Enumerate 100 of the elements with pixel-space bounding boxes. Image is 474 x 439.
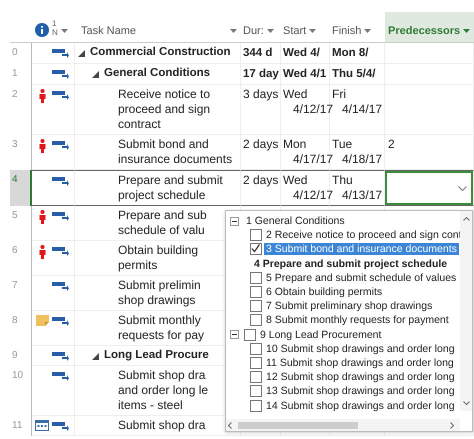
- person-icon: [38, 139, 46, 153]
- collapse-icon[interactable]: [230, 216, 239, 226]
- task-name: Prepare and sub schedule of valu: [118, 208, 207, 238]
- caret-icon[interactable]: [463, 29, 470, 33]
- task-name: Submit shop dra and order long le items - steel: [118, 368, 208, 413]
- task-mode-icon: [52, 246, 69, 256]
- checkbox[interactable]: [250, 371, 262, 384]
- start-date: Wed 4/1: [283, 68, 326, 80]
- calendar-icon: [35, 420, 49, 431]
- duration-cell: 3 days: [243, 87, 278, 101]
- checkbox[interactable]: [250, 314, 262, 326]
- checkbox[interactable]: [250, 286, 262, 298]
- row-number: 0: [12, 47, 18, 58]
- column-header[interactable]: Predecessors: [385, 12, 474, 42]
- person-icon: [38, 245, 46, 259]
- tree-item[interactable]: 12 Submit shop drawings and order long: [264, 371, 457, 384]
- tree-item[interactable]: 11 Submit shop drawings and order long: [264, 356, 456, 369]
- task-name: Long Lead Procure: [104, 348, 209, 363]
- note-icon: [36, 315, 48, 326]
- finish-date: Mon 8/: [332, 47, 368, 59]
- scroll-right-icon[interactable]: [450, 422, 454, 428]
- dropdown-caret-icon[interactable]: [458, 186, 467, 190]
- tree-item[interactable]: 3 Submit bond and insurance documents: [264, 243, 459, 256]
- task-mode-icon: [52, 316, 69, 326]
- caret-icon[interactable]: [230, 29, 237, 33]
- checkbox[interactable]: [250, 356, 262, 369]
- start-date: Wed 4/: [283, 47, 320, 59]
- checkbox[interactable]: [250, 243, 262, 256]
- row-number: 1: [12, 68, 18, 79]
- tree-item[interactable]: 10 Submit shop drawings and order long: [264, 342, 457, 355]
- column-header[interactable]: Finish: [330, 12, 385, 42]
- row-number: 5: [12, 210, 18, 221]
- task-mode-icon: [52, 69, 69, 79]
- task-name: Obtain building permits: [118, 243, 198, 273]
- caret-icon[interactable]: [309, 29, 316, 33]
- row-number: 8: [12, 315, 18, 326]
- duration-cell: 344 d: [243, 47, 272, 59]
- scrollbar-thumb[interactable]: [238, 422, 358, 428]
- duration-cell: 17 day: [243, 68, 279, 80]
- start-date: Mon 4/17/17: [283, 137, 334, 166]
- tree-item[interactable]: 7 Submit preliminary shop drawings: [264, 300, 434, 312]
- collapse-triangle-icon[interactable]: [92, 353, 99, 360]
- tree-item[interactable]: 14 Submit shop drawings and order long: [264, 400, 457, 412]
- checkbox[interactable]: [250, 385, 262, 398]
- task-name: Submit bond and insurance documents: [118, 137, 232, 167]
- duration-cell: 2 days: [243, 137, 278, 151]
- task-mode-icon: [52, 351, 69, 361]
- tree-item[interactable]: 13 Submit shop drawings and order long: [264, 385, 457, 398]
- column-header[interactable]: 1 N: [52, 19, 58, 37]
- collapse-triangle-icon[interactable]: [78, 50, 85, 57]
- collapse-icon[interactable]: [230, 330, 239, 340]
- tree-item: 4 Prepare and submit project schedule: [253, 258, 448, 270]
- task-name: Submit shop dra: [118, 418, 206, 433]
- row-number: 7: [12, 280, 18, 291]
- tree-item[interactable]: 8 Submit monthly requests for payment: [264, 314, 451, 326]
- task-mode-icon: [52, 90, 69, 100]
- column-header[interactable]: Start: [281, 12, 330, 42]
- task-mode-icon: [52, 140, 69, 150]
- info-icon: [35, 23, 49, 37]
- scroll-down-icon[interactable]: [462, 401, 470, 405]
- tree-item[interactable]: 6 Obtain building permits: [264, 286, 384, 298]
- scroll-up-icon[interactable]: [462, 217, 470, 221]
- task-name: General Conditions: [104, 66, 210, 81]
- collapse-triangle-icon[interactable]: [92, 71, 99, 78]
- horizontal-scrollbar[interactable]: [226, 419, 460, 431]
- tree-item[interactable]: 1 General Conditions: [244, 215, 347, 228]
- row-number: 6: [12, 245, 18, 256]
- column-header[interactable]: Task Name: [75, 12, 241, 42]
- row-number: 9: [12, 350, 18, 361]
- row-number: 10: [12, 370, 24, 381]
- checkbox[interactable]: [250, 400, 262, 412]
- tree-item[interactable]: 5 Prepare and submit schedule of values: [264, 272, 458, 284]
- task-mode-icon: [52, 176, 69, 186]
- checkbox[interactable]: [244, 328, 256, 341]
- task-name: Receive notice to proceed and sign contract: [118, 87, 210, 132]
- task-mode-icon: [52, 421, 69, 431]
- vertical-scrollbar[interactable]: [460, 211, 472, 411]
- checkbox[interactable]: [250, 342, 262, 355]
- predecessors-field[interactable]: [385, 171, 473, 205]
- task-name: Submit prelimin shop drawings: [118, 278, 201, 308]
- task-mode-icon: [52, 281, 69, 291]
- row-number: 3: [12, 139, 18, 150]
- predecessors-cell: 2: [388, 137, 395, 151]
- tree-item[interactable]: 9 Long Lead Procurement: [258, 328, 384, 341]
- caret-icon[interactable]: [60, 29, 68, 33]
- row-number: 4: [12, 174, 18, 185]
- task-mode-icon: [52, 211, 69, 221]
- task-name: Submit monthly requests for pay: [118, 313, 204, 343]
- checkbox[interactable]: [250, 229, 262, 242]
- caret-icon[interactable]: [266, 29, 274, 33]
- finish-date: Thu 5/4/: [332, 68, 376, 80]
- caret-icon[interactable]: [364, 29, 372, 33]
- checkbox[interactable]: [250, 272, 262, 284]
- task-name: Commercial Construction: [90, 45, 231, 60]
- finish-date: Tue 4/18/17: [332, 137, 382, 166]
- checkbox[interactable]: [250, 300, 262, 312]
- finish-date: Thu 4/13/17: [332, 173, 382, 202]
- column-header[interactable]: Dur:: [241, 12, 281, 42]
- scroll-left-icon[interactable]: [228, 422, 232, 428]
- start-date: Wed 4/12/17: [283, 87, 334, 116]
